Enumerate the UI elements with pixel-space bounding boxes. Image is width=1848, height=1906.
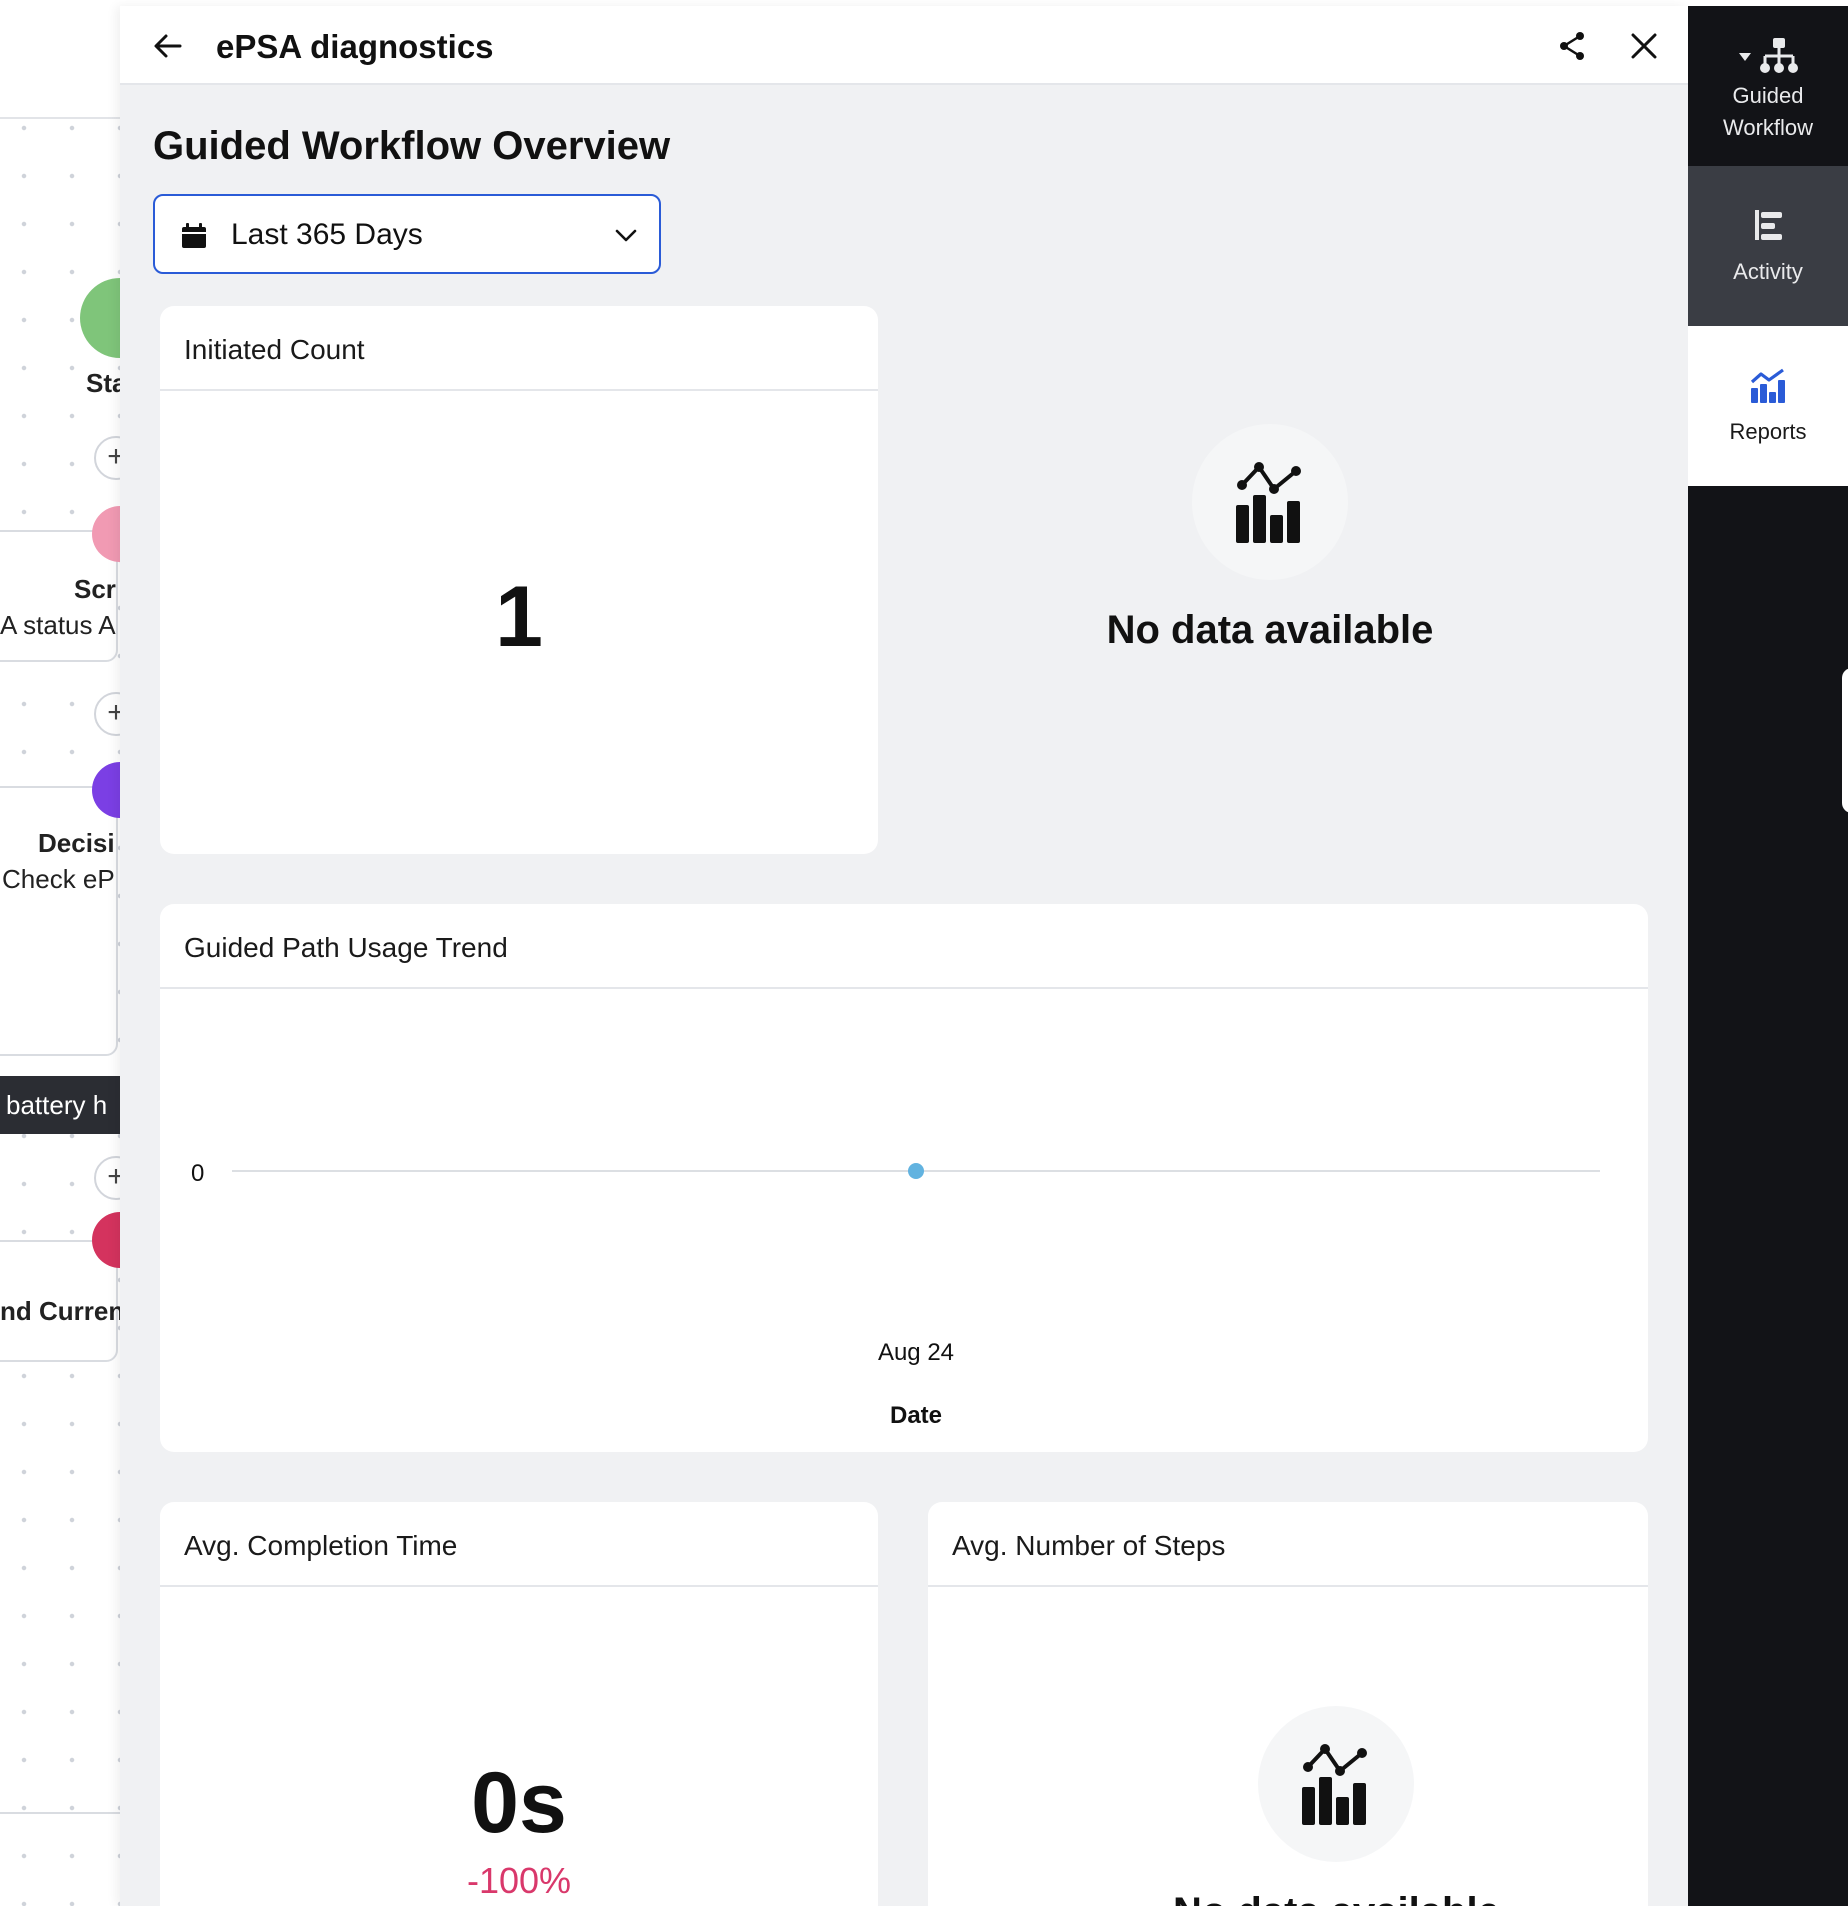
- completion-time-value: 0s: [471, 1755, 567, 1851]
- card-title: Avg. Number of Steps: [928, 1502, 1648, 1587]
- card-title: Avg. Completion Time: [160, 1502, 878, 1587]
- no-data-text: No data available: [1106, 608, 1434, 652]
- add-step-button[interactable]: +: [94, 1156, 120, 1200]
- date-range-value: Last 365 Days: [231, 218, 423, 251]
- sidebar-item-reports[interactable]: Reports: [1688, 326, 1848, 486]
- data-point[interactable]: [908, 1163, 924, 1179]
- start-node-label: Sta: [86, 368, 120, 398]
- end-node-label: nd Curren: [0, 1296, 120, 1326]
- share-icon: [1560, 32, 1584, 60]
- chevron-down-icon: [615, 229, 637, 242]
- sidebar-item-guided-workflow[interactable]: Guided Workflow: [1688, 6, 1848, 166]
- reports-panel: ePSA diagnostics Guided Workflow Overvie…: [120, 6, 1688, 1906]
- workflow-canvas[interactable]: Sta + Scr A status A + Decisi Check eP b…: [0, 6, 120, 1906]
- chart-icon: [1302, 1744, 1368, 1825]
- no-data-circle: [1258, 1706, 1415, 1862]
- panel-header: ePSA diagnostics: [120, 6, 1688, 85]
- card-title: Guided Path Usage Trend: [160, 904, 1648, 989]
- calendar-icon: [182, 223, 206, 248]
- canvas-toolbar: [0, 6, 120, 119]
- activity-icon: [1755, 210, 1782, 240]
- back-arrow-icon: [154, 34, 182, 58]
- share-button[interactable]: [1552, 26, 1592, 66]
- no-data-widget: No data available: [1020, 424, 1520, 653]
- no-data-widget: No data available: [1173, 1706, 1500, 1906]
- start-node-icon[interactable]: [80, 278, 120, 358]
- y-tick-label: 0: [191, 1160, 204, 1187]
- canvas-bottom-divider: [0, 1812, 120, 1814]
- usage-trend-chart: 0 Aug 24 Date: [191, 1160, 1600, 1429]
- add-step-button[interactable]: +: [94, 436, 120, 480]
- caret-down-icon: [1739, 53, 1751, 61]
- overview-title: Guided Workflow Overview: [153, 124, 671, 168]
- battery-node-tooltip: battery h: [0, 1076, 120, 1134]
- close-icon: [1631, 33, 1657, 59]
- card-title: Initiated Count: [160, 306, 878, 391]
- panel-title: ePSA diagnostics: [216, 28, 494, 65]
- decision-node-subtitle: Check eP: [2, 864, 115, 894]
- usage-trend-card: Guided Path Usage Trend 0 Aug 24 Date: [160, 904, 1648, 1452]
- decision-node-label: Decisi: [38, 828, 115, 858]
- x-axis-label: Date: [890, 1402, 942, 1429]
- sidebar-item-label: Workflow: [1722, 115, 1814, 140]
- sidebar-item-label: Guided: [1732, 83, 1804, 108]
- completion-change-value: -100%: [466, 1860, 572, 1901]
- close-button[interactable]: [1624, 26, 1664, 66]
- sidebar-item-activity[interactable]: Activity: [1688, 166, 1848, 326]
- right-sidebar: Guided Workflow Activity Reports: [1688, 6, 1848, 1906]
- date-range-select[interactable]: Last 365 Days: [153, 194, 661, 274]
- no-data-text: No data available: [1173, 1890, 1500, 1906]
- sidebar-item-label: Activity: [1733, 259, 1803, 284]
- sitemap-icon: [1760, 38, 1798, 73]
- screen-node-subtitle: A status A: [0, 610, 116, 640]
- no-data-circle: [1192, 424, 1348, 580]
- reports-icon: [1750, 368, 1785, 403]
- completion-time-card: Avg. Completion Time 0s -100%: [160, 1502, 878, 1906]
- x-tick-label: Aug 24: [878, 1339, 954, 1366]
- initiated-count-card: Initiated Count 1: [160, 306, 878, 854]
- decision-node-card[interactable]: [0, 786, 118, 1056]
- add-step-button[interactable]: +: [94, 692, 120, 736]
- chart-icon: [1236, 462, 1301, 543]
- panel-resize-handle[interactable]: [1842, 668, 1848, 813]
- screen-node-label: Scr: [74, 574, 116, 604]
- sidebar-item-label: Reports: [1729, 419, 1807, 444]
- initiated-count-value: 1: [495, 569, 543, 665]
- back-button[interactable]: [148, 26, 188, 66]
